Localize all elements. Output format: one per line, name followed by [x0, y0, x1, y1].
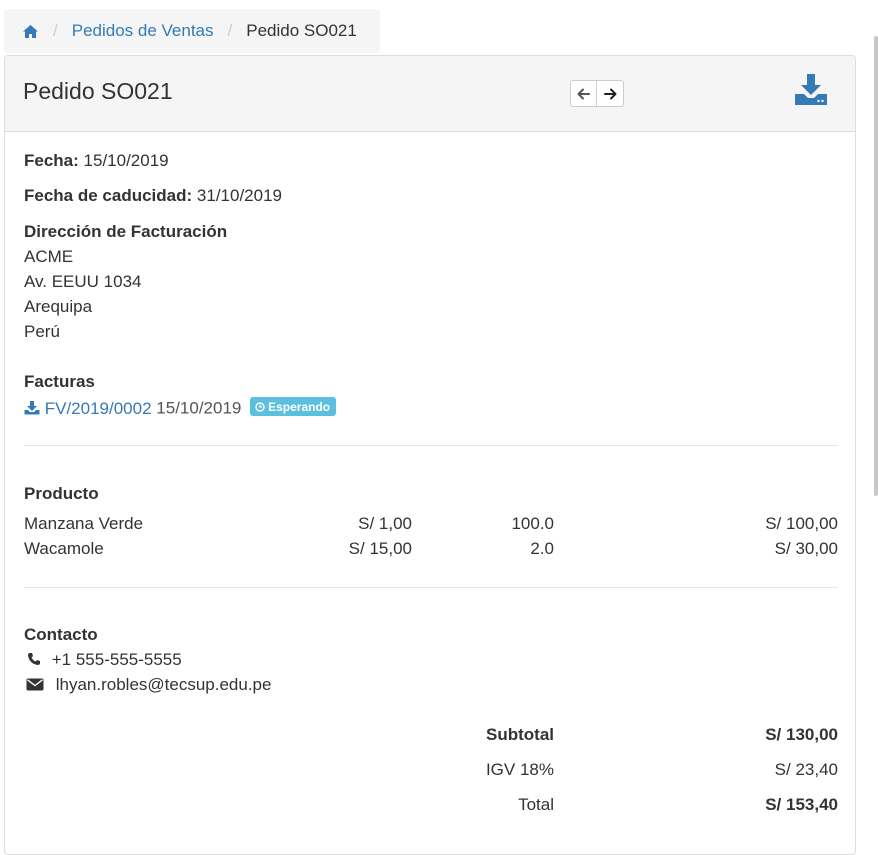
- page-title: Pedido SO021: [23, 78, 173, 104]
- product-qty: 2.0: [530, 539, 554, 558]
- billing-address-label: Dirección de Facturación: [24, 222, 228, 241]
- billing-line: Arequipa: [24, 297, 93, 316]
- expiry-date: Fecha de caducidad: 31/10/2019: [24, 186, 282, 206]
- contact-label: Contacto: [24, 625, 98, 644]
- contact-phone: +1 555-555-5555: [24, 650, 182, 670]
- product-total: S/ 100,00: [765, 514, 838, 533]
- product-qty: 100.0: [511, 514, 554, 533]
- tax-value: S/ 23,40: [774, 760, 838, 779]
- expiry-date-label: Fecha de caducidad:: [24, 186, 193, 205]
- download-icon: [24, 400, 40, 414]
- contact-email-value: lhyan.robles@tecsup.edu.pe: [55, 675, 272, 694]
- invoice-link[interactable]: FV/2019/0002: [24, 399, 156, 418]
- order-date-value: 15/10/2019: [83, 151, 169, 170]
- product-total: S/ 30,00: [774, 539, 838, 558]
- previous-button[interactable]: [570, 80, 597, 107]
- subtotal-label: Subtotal: [486, 725, 554, 744]
- record-pager: [570, 80, 624, 107]
- divider: [24, 587, 838, 588]
- order-date-label: Fecha:: [24, 151, 79, 170]
- invoice-number[interactable]: FV/2019/0002: [45, 399, 152, 418]
- envelope-icon: [26, 678, 44, 691]
- product-price: S/ 15,00: [348, 539, 412, 558]
- breadcrumb-current: Pedido SO021: [246, 21, 357, 40]
- product-name: Wacamole: [24, 539, 104, 558]
- breadcrumb: / Pedidos de Ventas / Pedido SO021: [4, 9, 380, 53]
- breadcrumb-separator: /: [53, 21, 58, 40]
- billing-line: Av. EEUU 1034: [24, 272, 142, 291]
- next-button[interactable]: [597, 80, 624, 107]
- download-icon: [795, 74, 827, 105]
- status-badge-text: Esperando: [268, 399, 331, 414]
- invoices-label: Facturas: [24, 372, 95, 391]
- divider: [24, 445, 838, 446]
- phone-icon: [28, 653, 40, 665]
- total-value: S/ 153,40: [765, 795, 838, 814]
- billing-line: ACME: [24, 247, 74, 266]
- panel-heading: Pedido SO021: [5, 56, 855, 132]
- billing-line: Perú: [24, 322, 60, 341]
- subtotal-value: S/ 130,00: [765, 725, 838, 744]
- order-panel: Pedido SO021 Fecha: 15/10/2019 Fecha de …: [4, 55, 856, 855]
- product-name: Manzana Verde: [24, 514, 144, 533]
- scrollbar-thumb[interactable]: [874, 36, 878, 496]
- tax-label: IGV 18%: [485, 760, 554, 779]
- total-label: Total: [518, 795, 554, 814]
- invoice-item: FV/2019/0002 15/10/2019 Esperando: [24, 397, 337, 419]
- clock-icon: [255, 401, 265, 412]
- breadcrumb-separator: /: [227, 21, 233, 40]
- products-label: Producto: [24, 484, 99, 503]
- contact-phone-value: +1 555-555-5555: [51, 650, 182, 669]
- download-button[interactable]: [794, 72, 828, 111]
- status-badge: Esperando: [250, 397, 337, 416]
- home-icon[interactable]: [22, 24, 39, 39]
- breadcrumb-sales-orders[interactable]: Pedidos de Ventas: [72, 21, 214, 41]
- arrow-left-icon: [577, 88, 590, 99]
- product-price: S/ 1,00: [358, 514, 412, 533]
- expiry-date-value: 31/10/2019: [196, 186, 282, 205]
- invoice-date: 15/10/2019: [156, 398, 242, 418]
- contact-email: lhyan.robles@tecsup.edu.pe: [24, 675, 271, 695]
- order-date: Fecha: 15/10/2019: [24, 151, 169, 171]
- arrow-right-icon: [603, 88, 616, 99]
